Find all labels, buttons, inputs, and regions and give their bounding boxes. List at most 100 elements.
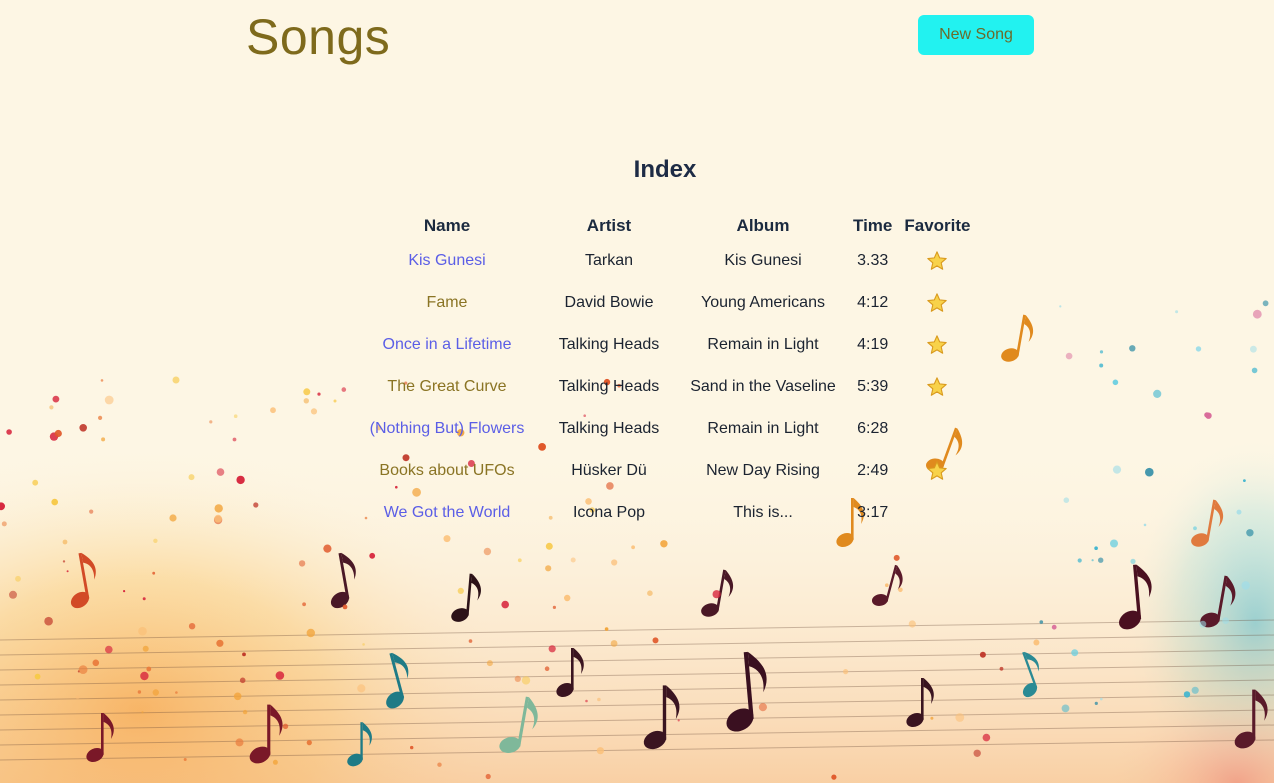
album-cell: New Day Rising xyxy=(706,462,820,479)
confetti-dot xyxy=(483,547,492,556)
confetti-dot xyxy=(501,600,510,609)
song-link[interactable]: The Great Curve xyxy=(387,378,506,395)
confetti-dot xyxy=(1250,345,1257,353)
song-link[interactable]: We Got the World xyxy=(384,504,511,521)
confetti-dot xyxy=(100,379,104,382)
song-link[interactable]: (Nothing But) Flowers xyxy=(370,420,525,437)
time-cell: 2:49 xyxy=(857,462,889,479)
time-cell: 6:28 xyxy=(857,420,889,437)
album-cell: Sand in the Vaseline xyxy=(690,378,836,395)
song-name-cell: Books about UFOs xyxy=(355,450,539,492)
star-icon[interactable] xyxy=(926,293,948,312)
confetti-dot xyxy=(1099,363,1104,368)
table-row: The Great Curve Talking Heads Sand in the … xyxy=(355,366,977,408)
confetti-dot xyxy=(216,468,225,476)
song-link[interactable]: Once in a Lifetime xyxy=(383,336,512,353)
confetti-dot xyxy=(142,597,146,601)
confetti-dot xyxy=(1077,558,1082,563)
confetti-dot xyxy=(92,659,100,667)
column-header-time: Time xyxy=(853,216,893,235)
confetti-dot xyxy=(306,628,315,638)
confetti-dot xyxy=(1059,305,1062,308)
favorite-cell xyxy=(898,282,976,324)
confetti-dot xyxy=(596,747,605,755)
time-cell: 3:17 xyxy=(857,504,889,521)
confetti-dot xyxy=(209,420,213,424)
confetti-dot xyxy=(1110,539,1118,548)
confetti-dot xyxy=(647,590,653,596)
song-link[interactable]: Books about UFOs xyxy=(379,462,514,479)
confetti-dot xyxy=(34,673,41,680)
favorite-cell xyxy=(898,324,976,366)
table-row: Fame David Bowie Young Americans 4:12 xyxy=(355,282,977,324)
confetti-dot xyxy=(999,666,1004,671)
time-cell: 4:19 xyxy=(857,336,889,353)
confetti-dot xyxy=(1112,379,1119,386)
confetti-dot xyxy=(169,514,177,522)
time-cell: 5:39 xyxy=(857,378,889,395)
confetti-dot xyxy=(78,665,88,674)
album-cell: Remain in Light xyxy=(707,420,819,437)
confetti-dot xyxy=(514,675,521,683)
confetti-dot xyxy=(236,475,245,485)
song-name-cell: Once in a Lifetime xyxy=(355,324,539,366)
new-song-button[interactable]: New Song xyxy=(918,15,1034,55)
confetti-dot xyxy=(1033,639,1040,646)
confetti-dot xyxy=(610,640,618,647)
confetti-dot xyxy=(105,645,113,654)
confetti-dot xyxy=(1243,479,1246,482)
artist-cell: Hüsker Dü xyxy=(571,462,647,479)
confetti-dot xyxy=(98,415,103,420)
confetti-dot xyxy=(142,645,149,652)
confetti-dot xyxy=(1098,557,1104,563)
confetti-dot xyxy=(631,545,635,550)
confetti-dot xyxy=(188,623,196,630)
album-cell: Kis Gunesi xyxy=(724,252,802,269)
confetti-dot xyxy=(75,695,80,700)
song-link[interactable]: Fame xyxy=(427,294,468,311)
confetti-dot xyxy=(517,558,522,563)
confetti-dot xyxy=(303,388,311,396)
song-name-cell: We Got the World xyxy=(355,492,539,534)
confetti-dot xyxy=(282,723,289,729)
confetti-dot xyxy=(1100,697,1103,701)
confetti-dot xyxy=(1129,345,1136,352)
column-header-name: Name xyxy=(423,216,471,235)
confetti-dot xyxy=(1236,509,1242,515)
table-header-row: Name Artist Album Time Favorite xyxy=(355,212,977,240)
star-icon[interactable] xyxy=(926,461,948,480)
star-icon[interactable] xyxy=(926,251,948,270)
confetti-dot xyxy=(306,740,312,746)
star-icon[interactable] xyxy=(926,335,948,354)
table-row: Once in a Lifetime Talking Heads Remain in… xyxy=(355,324,977,366)
confetti-dot xyxy=(1175,310,1179,314)
confetti-dot xyxy=(885,583,889,587)
song-name-cell: Kis Gunesi xyxy=(355,240,539,282)
confetti-dot xyxy=(239,677,246,684)
album-cell: Remain in Light xyxy=(707,336,819,353)
song-link[interactable]: Kis Gunesi xyxy=(408,252,485,269)
time-cell: 3.33 xyxy=(857,252,889,269)
confetti-dot xyxy=(652,637,659,644)
confetti-dot xyxy=(1183,691,1191,698)
confetti-dot xyxy=(955,713,965,722)
confetti-dot xyxy=(233,414,238,419)
column-header-album: Album xyxy=(736,216,790,235)
confetti-dot xyxy=(152,689,159,696)
artist-cell: Talking Heads xyxy=(558,378,660,395)
confetti-dot xyxy=(545,542,553,550)
favorite-cell xyxy=(898,492,976,534)
confetti-dot xyxy=(323,544,332,553)
index-heading: Index xyxy=(633,156,697,183)
confetti-dot xyxy=(15,575,21,582)
confetti-dot xyxy=(544,666,550,671)
confetti-dot xyxy=(298,560,306,567)
confetti-dot xyxy=(253,502,259,508)
time-cell: 4:12 xyxy=(857,294,889,311)
star-icon[interactable] xyxy=(926,377,948,396)
confetti-dot xyxy=(712,590,721,599)
artist-cell: Tarkan xyxy=(584,252,634,269)
confetti-dot xyxy=(1051,624,1057,630)
confetti-dot xyxy=(570,557,576,563)
artist-cell: David Bowie xyxy=(564,294,654,311)
